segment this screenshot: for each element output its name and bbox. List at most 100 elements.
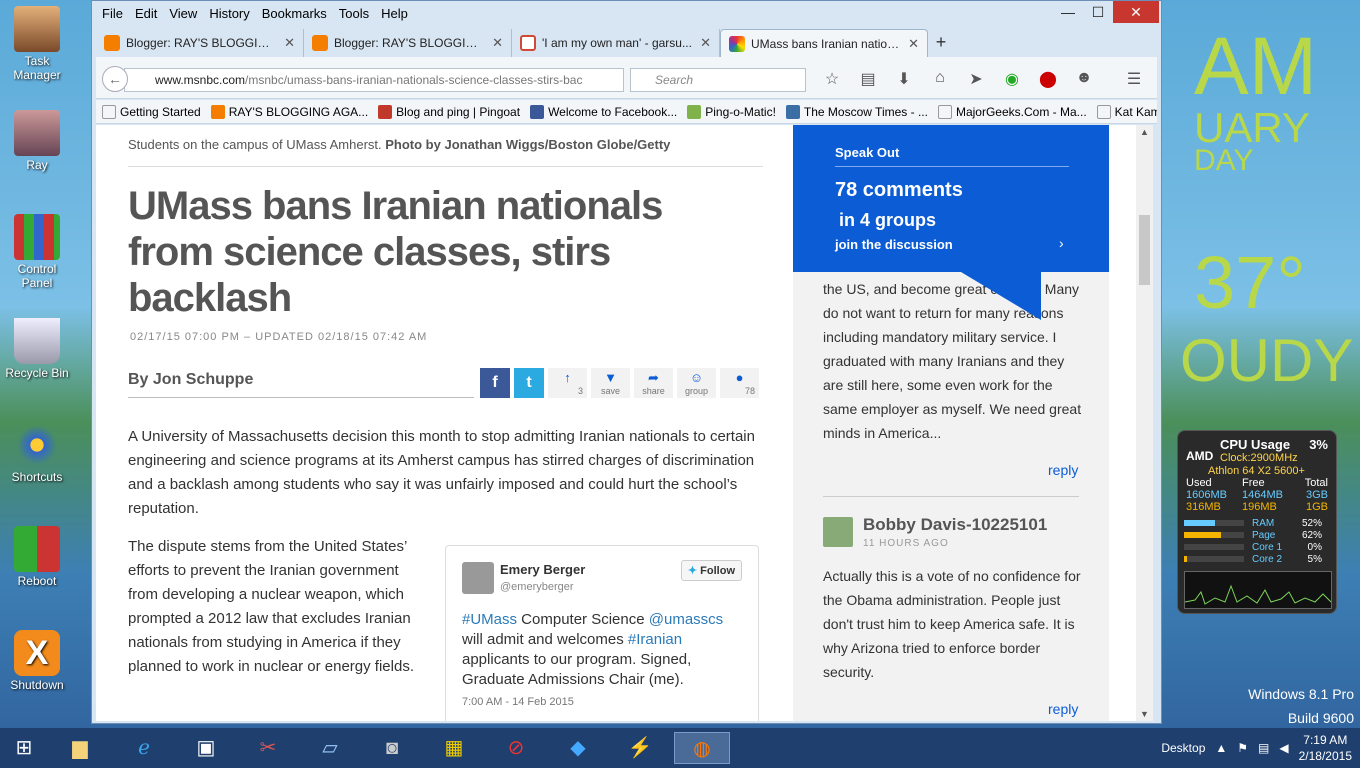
- no-sign-icon[interactable]: ⊘: [496, 732, 536, 764]
- menu-history[interactable]: History: [203, 3, 255, 25]
- maximize-button[interactable]: ☐: [1083, 1, 1113, 23]
- close-button[interactable]: ✕: [1113, 1, 1159, 23]
- bookmark-star-icon[interactable]: ☆: [820, 69, 844, 89]
- file-explorer-icon[interactable]: ▆: [60, 732, 100, 764]
- ram-used: 1606MB: [1186, 489, 1227, 501]
- home-icon[interactable]: ⌂: [928, 69, 952, 89]
- facebook-share-button[interactable]: f: [480, 368, 510, 398]
- new-tab-button[interactable]: +: [928, 29, 954, 57]
- notepad-icon[interactable]: ▱: [310, 732, 350, 764]
- tab-blogger-1[interactable]: Blogger: RAY'S BLOGGING ... ✕: [96, 29, 304, 57]
- blogger-icon: [312, 35, 328, 51]
- tab-gmail[interactable]: 'I am my own man' - garsu... ✕: [512, 29, 720, 57]
- scroll-thumb[interactable]: [1139, 215, 1150, 285]
- control-panel-shortcut[interactable]: Control Panel: [4, 214, 70, 290]
- tweet-follow-button[interactable]: ✦ Follow: [680, 560, 742, 581]
- network-icon[interactable]: ▤: [1258, 741, 1269, 755]
- cpu-usage-gadget[interactable]: CPU Usage 3% AMD Clock:2900MHz Athlon 64…: [1177, 430, 1337, 614]
- internet-explorer-icon[interactable]: ℯ: [124, 732, 164, 764]
- menu-view[interactable]: View: [163, 3, 203, 25]
- tray-chevron-up-icon[interactable]: ▲: [1215, 741, 1227, 755]
- snipping-tool-icon[interactable]: ✂: [248, 732, 288, 764]
- hashtag-iranian[interactable]: #Iranian: [628, 631, 682, 648]
- comments-button[interactable]: ● 78: [720, 368, 759, 398]
- tab-title: Blogger: RAY'S BLOGGING ...: [126, 36, 279, 50]
- send-icon[interactable]: ➤: [964, 69, 988, 89]
- bookmark-pingomatic[interactable]: Ping-o-Matic!: [687, 104, 780, 119]
- tab-close-icon[interactable]: ✕: [908, 36, 919, 52]
- action-center-flag-icon[interactable]: ⚑: [1237, 741, 1248, 755]
- recycle-bin-shortcut[interactable]: Recycle Bin: [4, 318, 70, 380]
- menu-hamburger-icon[interactable]: ☰: [1122, 69, 1146, 89]
- twitter-share-button[interactable]: t: [514, 368, 544, 398]
- ray-shortcut[interactable]: Ray: [4, 110, 70, 172]
- bookmark-pingoat[interactable]: Blog and ping | Pingoat: [378, 104, 524, 119]
- scroll-up-icon[interactable]: ▲: [1136, 127, 1153, 137]
- usage-bar-label: Core 1: [1252, 541, 1283, 553]
- desktop-toolbar-label[interactable]: Desktop: [1161, 741, 1205, 755]
- winamp-icon[interactable]: ⚡: [620, 732, 660, 764]
- usage-bars: RAM 52% Page 62% Core 1 0% Core 2 5%: [1184, 517, 1330, 565]
- article-paragraph-2: The dispute stems from the United States…: [128, 538, 414, 675]
- reply-link-1[interactable]: reply: [1048, 462, 1078, 478]
- page-scrollbar[interactable]: ▲ ▼: [1136, 125, 1153, 721]
- usage-bar-track: [1184, 532, 1244, 538]
- minimize-button[interactable]: —: [1053, 1, 1083, 23]
- usage-bar-track: [1184, 544, 1244, 550]
- page-total: 1GB: [1305, 501, 1328, 513]
- malwarebytes-icon[interactable]: ◆: [558, 732, 598, 764]
- smiley-icon[interactable]: ☻: [1072, 69, 1096, 89]
- hashtag-umass[interactable]: #UMass: [462, 611, 517, 628]
- menu-bookmarks[interactable]: Bookmarks: [256, 3, 333, 25]
- start-windows-icon[interactable]: ⊞: [4, 732, 44, 764]
- share-button[interactable]: ➦ share: [634, 368, 673, 398]
- join-discussion-link[interactable]: join the discussion: [835, 237, 953, 252]
- save-button[interactable]: ▼ save: [591, 368, 630, 398]
- bookmark-rays-blogging[interactable]: RAY'S BLOGGING AGA...: [210, 104, 372, 119]
- url-bar[interactable]: www.msnbc.com/msnbc/umass-bans-iranian-n…: [124, 68, 624, 92]
- group-button[interactable]: ☺ group: [677, 368, 716, 398]
- back-button[interactable]: ←: [102, 66, 128, 92]
- bookmark-facebook[interactable]: Welcome to Facebook...: [530, 104, 681, 119]
- menu-file[interactable]: File: [96, 3, 129, 25]
- tweet-timestamp[interactable]: 7:00 AM - 14 Feb 2015: [462, 696, 574, 708]
- menu-help[interactable]: Help: [375, 3, 414, 25]
- command-prompt-icon[interactable]: ▣: [186, 732, 226, 764]
- recycle-bin-icon: [14, 318, 60, 364]
- adblock-icon[interactable]: ⬤: [1036, 69, 1060, 89]
- mention-umasscs[interactable]: @umasscs: [649, 611, 723, 628]
- reply-link-2[interactable]: reply: [1048, 701, 1078, 717]
- search-input[interactable]: Search: [630, 68, 806, 92]
- firefox-taskbar-icon[interactable]: ◍: [674, 732, 730, 764]
- comment-2-author[interactable]: Bobby Davis-10225101: [863, 515, 1047, 535]
- tab-msnbc-active[interactable]: UMass bans Iranian nation... ✕: [720, 29, 928, 57]
- tab-close-icon[interactable]: ✕: [700, 35, 711, 51]
- reboot-shortcut[interactable]: Reboot: [4, 526, 70, 588]
- taskbar-clock[interactable]: 7:19 AM 2/18/2015: [1299, 732, 1352, 764]
- bookmark-majorgeeks[interactable]: MajorGeeks.Com - Ma...: [937, 104, 1091, 119]
- tab-blogger-2[interactable]: Blogger: RAY'S BLOGGING ... ✕: [304, 29, 512, 57]
- menu-edit[interactable]: Edit: [129, 3, 163, 25]
- volume-icon[interactable]: ◀: [1279, 741, 1288, 755]
- scroll-down-icon[interactable]: ▼: [1136, 709, 1153, 719]
- reading-list-icon[interactable]: ▤: [856, 69, 880, 89]
- tweet-author-name[interactable]: Emery Berger: [500, 562, 585, 577]
- addon-green-icon[interactable]: ◉: [1000, 69, 1024, 89]
- page-icon: [1096, 104, 1111, 119]
- task-manager-shortcut[interactable]: Task Manager: [4, 6, 70, 82]
- clock-time: 7:19 AM: [1303, 733, 1348, 747]
- tweet-author-handle[interactable]: @emeryberger: [500, 581, 574, 593]
- bookmark-getting-started[interactable]: Getting Started: [102, 104, 205, 119]
- bookmark-moscow-times[interactable]: The Moscow Times - ...: [785, 104, 932, 119]
- camera-icon[interactable]: ◙: [372, 732, 412, 764]
- tab-close-icon[interactable]: ✕: [284, 35, 295, 51]
- upvote-button[interactable]: ↑ 3: [548, 368, 587, 398]
- shortcuts-shortcut[interactable]: Shortcuts: [4, 422, 70, 484]
- shutdown-shortcut[interactable]: X Shutdown: [4, 630, 70, 692]
- bookmark-kat-kam[interactable]: Kat Kam: [1096, 104, 1157, 119]
- puzzle-icon[interactable]: ▦: [434, 732, 474, 764]
- tab-close-icon[interactable]: ✕: [492, 35, 503, 51]
- downloads-icon[interactable]: ⬇: [892, 69, 916, 89]
- speak-out-box[interactable]: Speak Out 78 comments in 4 groups join t…: [793, 125, 1109, 272]
- menu-tools[interactable]: Tools: [333, 3, 375, 25]
